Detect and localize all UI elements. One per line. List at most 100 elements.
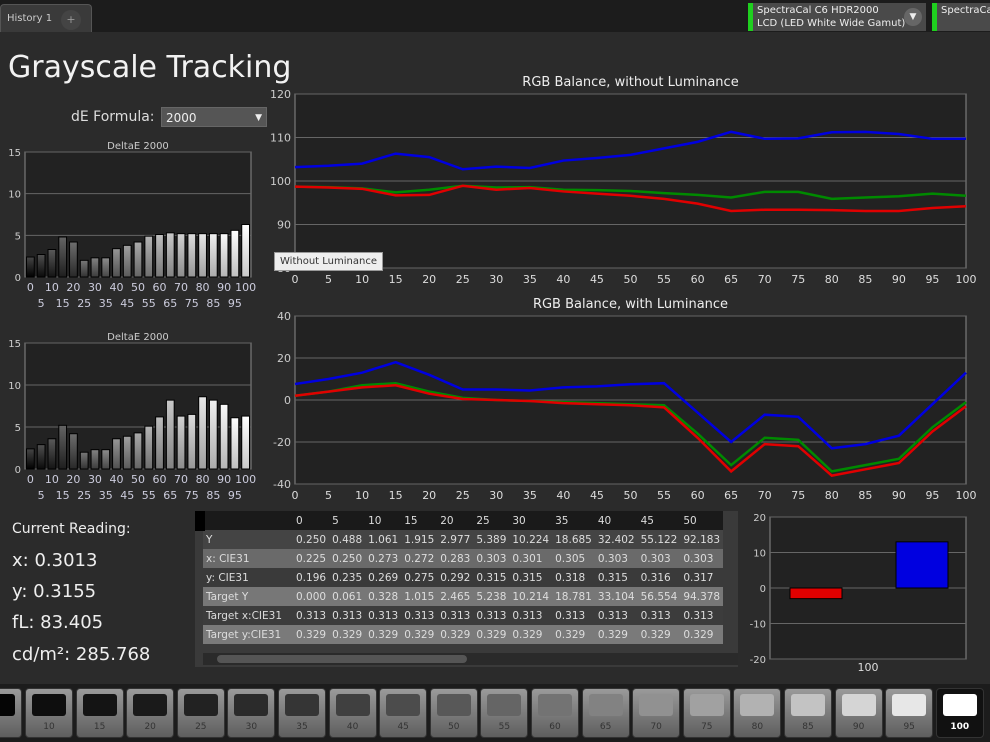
reading-cdm2: cd/m²: 285.768 xyxy=(12,644,151,665)
x-tick-label: 25 xyxy=(456,489,470,502)
table-cell: 94.378 xyxy=(683,590,721,603)
swatch-90[interactable]: 90 xyxy=(834,688,883,738)
swatch-color xyxy=(285,694,319,716)
x-tick-label: 25 xyxy=(77,489,91,502)
swatch-80[interactable]: 80 xyxy=(733,688,782,738)
swatch-label: 45 xyxy=(397,722,409,732)
swatch-20[interactable]: 20 xyxy=(126,688,175,738)
column-header: 20 xyxy=(440,514,454,527)
delta-e-bar xyxy=(101,449,111,470)
delta-e-bar xyxy=(208,233,218,278)
x-tick-label: 30 xyxy=(88,281,102,294)
table-cell: 0.313 xyxy=(332,609,363,622)
table-cell: 0.329 xyxy=(368,628,399,641)
x-tick-label: 90 xyxy=(217,473,231,486)
swatch-55[interactable]: 55 xyxy=(480,688,529,738)
swatch-label: 75 xyxy=(701,722,713,732)
table-cell: 0.313 xyxy=(597,609,628,622)
table-cell: 55.122 xyxy=(640,533,678,546)
swatch-35[interactable]: 35 xyxy=(278,688,326,738)
x-tick-label: 80 xyxy=(825,489,839,502)
swatch-30[interactable]: 30 xyxy=(227,688,276,738)
swatch-75[interactable]: 75 xyxy=(682,688,731,738)
x-tick-label: 40 xyxy=(109,281,123,294)
swatch-40[interactable]: 40 xyxy=(328,688,377,738)
swatch-60[interactable]: 60 xyxy=(531,688,579,738)
table-cell: 0.313 xyxy=(683,609,714,622)
x-tick-label: 40 xyxy=(556,273,570,286)
y-tick-label: 10 xyxy=(8,190,21,201)
delta-e-bar xyxy=(144,235,154,278)
swatch-label: 20 xyxy=(144,722,156,732)
swatch-15[interactable]: 15 xyxy=(75,688,124,738)
swatch-100[interactable]: 100 xyxy=(935,688,984,738)
table-cell: 92.183 xyxy=(683,533,721,546)
swatch-color xyxy=(32,694,66,716)
column-header: 45 xyxy=(640,514,654,527)
x-tick-label: 40 xyxy=(109,473,123,486)
table-cell: 0.317 xyxy=(683,571,714,584)
x-tick-label: 65 xyxy=(163,297,177,310)
x-tick-label: 90 xyxy=(217,281,231,294)
table-cell: 33.104 xyxy=(597,590,635,603)
y-tick-label: 0 xyxy=(15,273,21,284)
x-tick-label: 70 xyxy=(174,473,188,486)
swatch-70[interactable]: 70 xyxy=(632,688,681,738)
delta-e-bar xyxy=(26,256,35,278)
x-tick-label: 15 xyxy=(389,273,403,286)
y-tick-label: 5 xyxy=(15,423,21,434)
swatch-color xyxy=(740,694,775,716)
x-tick-label: 35 xyxy=(523,273,537,286)
x-tick-label: 75 xyxy=(791,489,805,502)
swatch-partial[interactable] xyxy=(0,688,22,738)
x-tick-label: 45 xyxy=(590,273,604,286)
x-tick-label: 50 xyxy=(131,281,145,294)
table-cell: 0.303 xyxy=(640,552,671,565)
swatch-label: 55 xyxy=(498,722,511,732)
horizontal-scrollbar[interactable] xyxy=(203,653,738,665)
table-cell: 0.315 xyxy=(476,571,507,584)
table-cell: y: CIE31 xyxy=(206,571,249,584)
table-cell: 0.313 xyxy=(368,609,399,622)
table-cell: 0.313 xyxy=(404,609,435,622)
x-tick-label: 80 xyxy=(825,273,839,286)
x-tick-label: 50 xyxy=(624,273,638,286)
delta-e-bar xyxy=(187,413,197,470)
swatch-color xyxy=(183,694,218,716)
swatch-color xyxy=(436,694,471,716)
x-tick-label: 75 xyxy=(185,489,199,502)
delta-e-bar xyxy=(198,396,207,470)
swatch-color xyxy=(639,694,674,716)
x-tick-label: 90 xyxy=(892,489,906,502)
table-cell: 18.781 xyxy=(555,590,592,603)
swatch-10[interactable]: 10 xyxy=(25,688,73,738)
swatch-color xyxy=(386,694,421,716)
table-cell: 2.465 xyxy=(440,590,471,603)
column-header: 0 xyxy=(296,514,303,527)
swatch-85[interactable]: 85 xyxy=(784,688,832,738)
swatch-95[interactable]: 95 xyxy=(885,688,934,738)
x-tick-label: 55 xyxy=(657,273,671,286)
chart-title: DeltaE 2000 xyxy=(107,332,169,343)
x-tick-label: 100 xyxy=(858,661,879,674)
x-tick-label: 100 xyxy=(235,281,256,294)
table-cell: 32.402 xyxy=(597,533,635,546)
x-tick-label: 10 xyxy=(355,273,369,286)
table-cell: 0.000 xyxy=(296,590,327,603)
swatch-25[interactable]: 25 xyxy=(176,688,225,738)
swatch-color xyxy=(791,694,825,716)
swatch-65[interactable]: 65 xyxy=(581,688,630,738)
table-cell: Target x:CIE31 xyxy=(206,609,282,622)
x-tick-label: 5 xyxy=(325,273,332,286)
x-tick-label: 60 xyxy=(153,473,167,486)
x-tick-label: 30 xyxy=(489,489,503,502)
swatch-45[interactable]: 45 xyxy=(379,688,428,738)
delta-e-bar xyxy=(230,229,240,278)
tooltip: Without Luminance xyxy=(274,252,383,271)
x-tick-label: 20 xyxy=(422,489,436,502)
x-tick-label: 45 xyxy=(120,489,134,502)
scrollbar-thumb[interactable] xyxy=(217,655,467,663)
table-cell: 0.329 xyxy=(296,628,327,641)
swatch-label: 35 xyxy=(296,722,308,732)
swatch-50[interactable]: 50 xyxy=(429,688,478,738)
